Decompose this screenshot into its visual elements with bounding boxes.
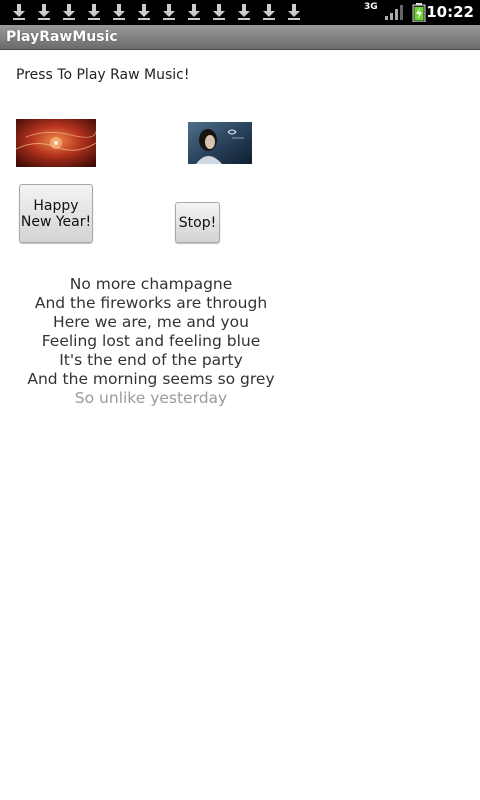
download-icon [162, 3, 176, 21]
lyric-line: And the morning seems so grey [27, 370, 275, 388]
download-icon [212, 3, 226, 21]
clock: 10:22 [426, 3, 474, 21]
play-prompt-text: Press To Play Raw Music! [16, 67, 190, 83]
network-type-label: 3G [364, 2, 378, 12]
download-icon [287, 3, 301, 21]
app-title-bar: PlayRawMusic [0, 25, 480, 50]
download-icon [62, 3, 76, 21]
status-bar: 3G 10:22 [0, 0, 480, 25]
download-icon [112, 3, 126, 21]
album-art-fireworks[interactable] [16, 119, 96, 167]
battery-icon [412, 3, 426, 22]
download-icon [237, 3, 251, 21]
happy-new-year-button[interactable]: Happy New Year! [19, 184, 93, 243]
lyric-line: And the fireworks are through [34, 294, 268, 312]
lyric-line: So unlike yesterday [74, 389, 228, 407]
download-icon [137, 3, 151, 21]
download-icon [262, 3, 276, 21]
stop-button[interactable]: Stop! [175, 202, 220, 243]
lyrics-text: No more champagne And the fireworks are t… [20, 275, 282, 408]
lyric-line: No more champagne [69, 275, 233, 293]
lyric-line: Here we are, me and you [53, 313, 249, 331]
album-art-singer[interactable] [188, 122, 252, 164]
download-icon [187, 3, 201, 21]
download-icon [12, 3, 26, 21]
lyric-line: It's the end of the party [59, 351, 243, 369]
download-icon [37, 3, 51, 21]
lyric-line: Feeling lost and feeling blue [41, 332, 261, 350]
signal-icon [385, 5, 403, 20]
download-icon [87, 3, 101, 21]
app-title: PlayRawMusic [6, 29, 118, 45]
